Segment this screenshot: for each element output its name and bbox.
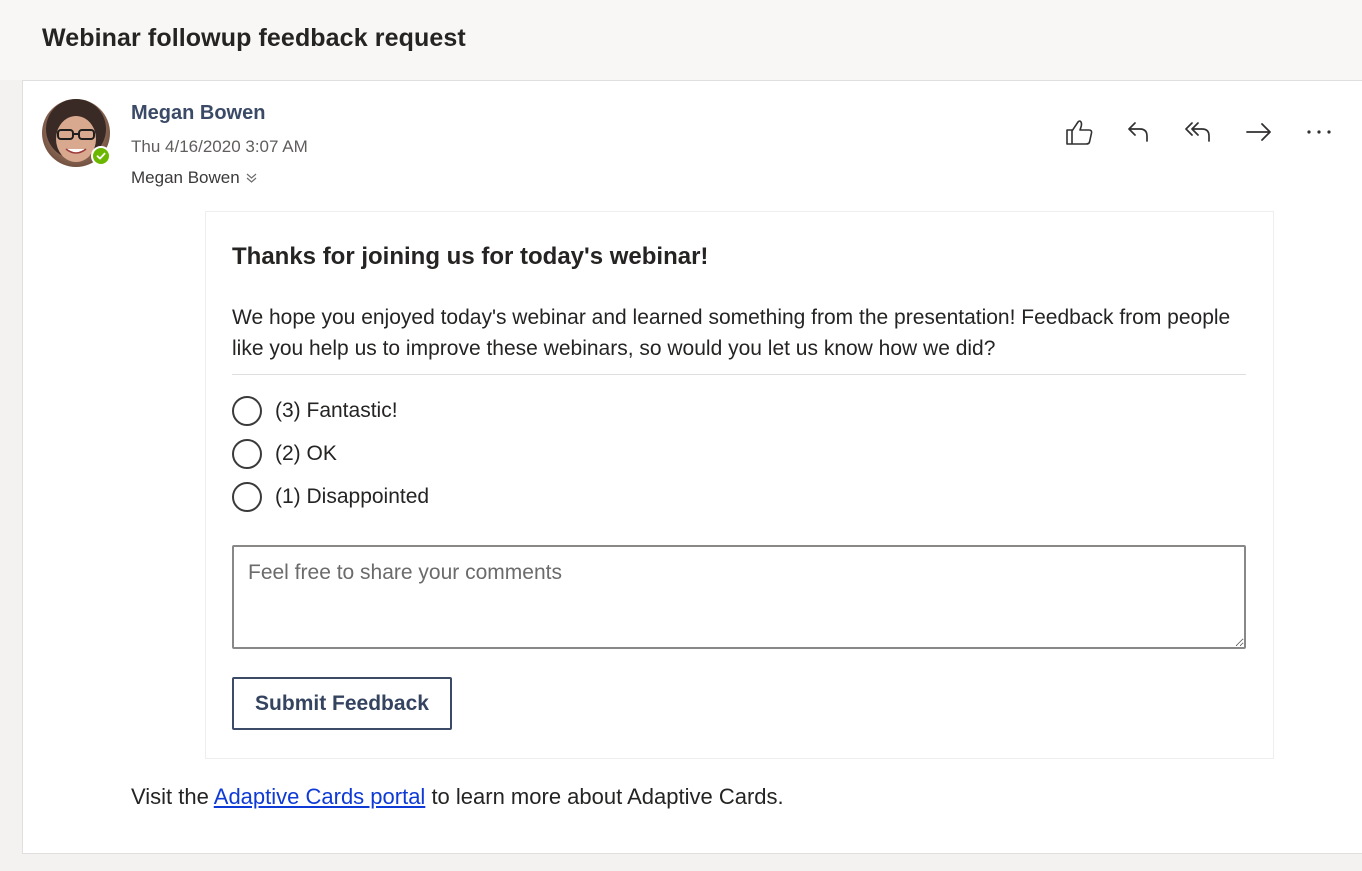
sent-date: Thu 4/16/2020 3:07 AM (131, 137, 308, 156)
rating-option-label: (1) Disappointed (275, 485, 430, 508)
rating-option-label: (2) OK (275, 442, 337, 465)
sender-name[interactable]: Megan Bowen (131, 102, 265, 125)
reply-button[interactable] (1118, 114, 1160, 150)
more-actions-button[interactable] (1298, 114, 1340, 150)
forward-button[interactable] (1238, 114, 1280, 150)
recipient-name: Megan Bowen (131, 168, 240, 187)
reply-icon (1128, 122, 1148, 142)
rating-option-fantastic[interactable]: (3) Fantastic! (232, 396, 398, 426)
card-body-text: We hope you enjoyed today's webinar and … (232, 306, 1231, 360)
rating-option-ok[interactable]: (2) OK (232, 439, 337, 469)
double-chevron-down-icon (246, 173, 257, 183)
message-actions (1058, 114, 1340, 150)
thumbs-up-icon (1066, 120, 1093, 145)
sender-avatar[interactable] (42, 99, 111, 167)
card-divider (232, 374, 1246, 375)
footer-prefix: Visit the (131, 784, 214, 809)
comments-textarea[interactable] (232, 545, 1246, 649)
like-button[interactable] (1058, 114, 1100, 150)
recipient-line[interactable]: Megan Bowen (131, 168, 257, 188)
reply-all-icon (1185, 122, 1210, 142)
radio-button[interactable] (232, 439, 262, 469)
rating-option-disappointed[interactable]: (1) Disappointed (232, 482, 429, 512)
rating-option-label: (3) Fantastic! (275, 399, 398, 422)
forward-icon (1246, 123, 1271, 141)
radio-button[interactable] (232, 396, 262, 426)
footer-text: Visit the Adaptive Cards portal to learn… (131, 784, 784, 810)
adaptive-cards-portal-link[interactable]: Adaptive Cards portal (214, 784, 426, 809)
footer-suffix: to learn more about Adaptive Cards. (425, 784, 784, 809)
card-title: Thanks for joining us for today's webina… (232, 243, 709, 270)
more-icon (1307, 130, 1331, 134)
subject-bar: Webinar followup feedback request (0, 0, 1362, 80)
reply-all-button[interactable] (1178, 114, 1220, 150)
submit-feedback-button[interactable]: Submit Feedback (232, 677, 452, 730)
message-subject: Webinar followup feedback request (42, 24, 466, 52)
presence-available-icon (91, 146, 111, 166)
radio-button[interactable] (232, 482, 262, 512)
